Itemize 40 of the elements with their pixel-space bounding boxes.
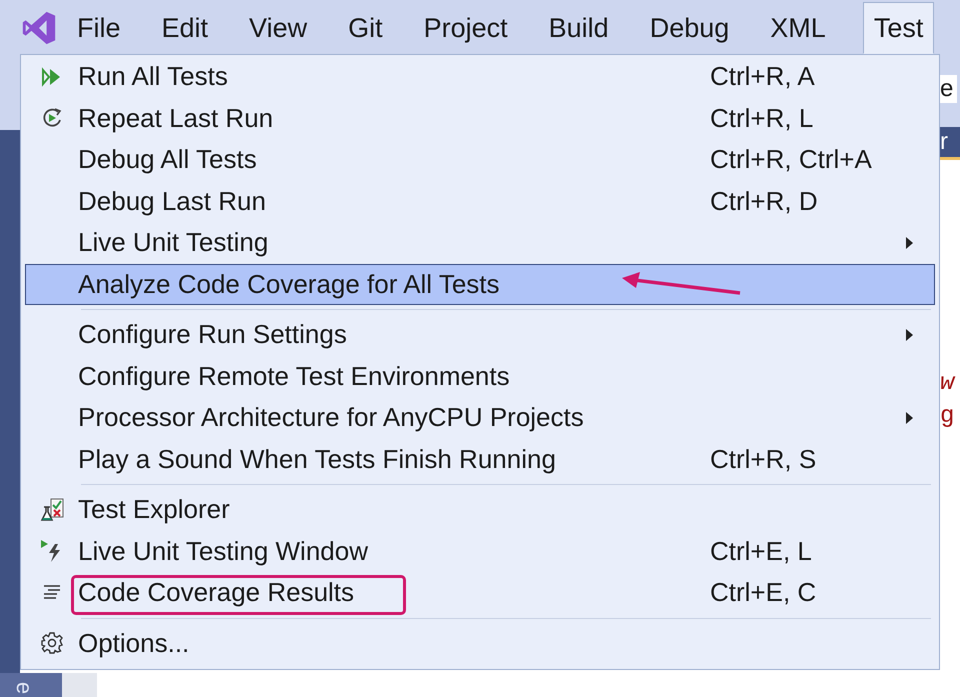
menu-bar-item[interactable]: Project xyxy=(420,2,523,54)
menu-item[interactable]: Live Unit Testing Window Ctrl+E, L xyxy=(25,530,935,572)
shortcut-text: Ctrl+R, Ctrl+A xyxy=(710,144,872,174)
toolbar-text: e xyxy=(940,75,958,103)
menu-item[interactable]: Debug All Tests Ctrl+R, Ctrl+A xyxy=(25,139,935,180)
menu-bar-item[interactable]: Debug xyxy=(646,2,744,54)
shortcut-text: Ctrl+E, L xyxy=(710,536,812,566)
code-text: w xyxy=(940,370,956,397)
menu-item[interactable]: Live Unit Testing xyxy=(25,222,935,264)
menu-bar-item[interactable]: XML xyxy=(766,2,841,54)
menu-item[interactable]: Processor Architecture for AnyCPU Projects xyxy=(25,397,935,438)
shortcut-text: Ctrl+R, L xyxy=(710,102,814,133)
menu-item[interactable]: Configure Run Settings xyxy=(25,314,935,356)
shortcut-text: Ctrl+E, C xyxy=(710,577,816,608)
code-text: g xyxy=(940,403,956,430)
menu-bar-item[interactable]: Build xyxy=(544,2,624,54)
menu-bar-item[interactable]: File xyxy=(73,2,136,54)
menu-item[interactable]: Play a Sound When Tests Finish Running Ctrl+R, S xyxy=(25,438,935,480)
side-tab-text: e xyxy=(11,682,38,694)
shortcut-text: Ctrl+R, D xyxy=(710,186,818,216)
menu-item[interactable]: Options... xyxy=(25,622,935,664)
list-lines-icon xyxy=(41,584,63,602)
menu-bar-item[interactable]: Test xyxy=(862,2,934,54)
settings-icon xyxy=(40,631,64,656)
menu-item[interactable]: Debug Last Run Ctrl+R, D xyxy=(25,180,935,222)
menu-item[interactable]: Analyze Code Coverage for All Tests xyxy=(25,264,935,305)
side-tab[interactable]: e xyxy=(0,673,62,697)
menu-bar-item[interactable]: Edit xyxy=(158,2,224,54)
menu-item[interactable]: Code Coverage Results Ctrl+E, C xyxy=(25,572,935,614)
menu-item[interactable]: Repeat Last Run Ctrl+R, L xyxy=(25,98,935,139)
menu-item[interactable]: Configure Remote Test Environments xyxy=(25,356,935,397)
flask-icon xyxy=(39,496,65,523)
repeat-icon xyxy=(41,107,63,130)
shortcut-text: Ctrl+R, S xyxy=(710,444,816,474)
menu-bar-item[interactable]: Git xyxy=(344,2,398,54)
menu-item[interactable]: Run All Tests Ctrl+R, A xyxy=(25,56,935,98)
shortcut-text: Ctrl+R, A xyxy=(710,61,815,92)
tab-text: r xyxy=(940,128,948,156)
menu-item[interactable]: Test Explorer xyxy=(25,489,935,530)
menu-bar-item[interactable]: View xyxy=(245,2,322,54)
